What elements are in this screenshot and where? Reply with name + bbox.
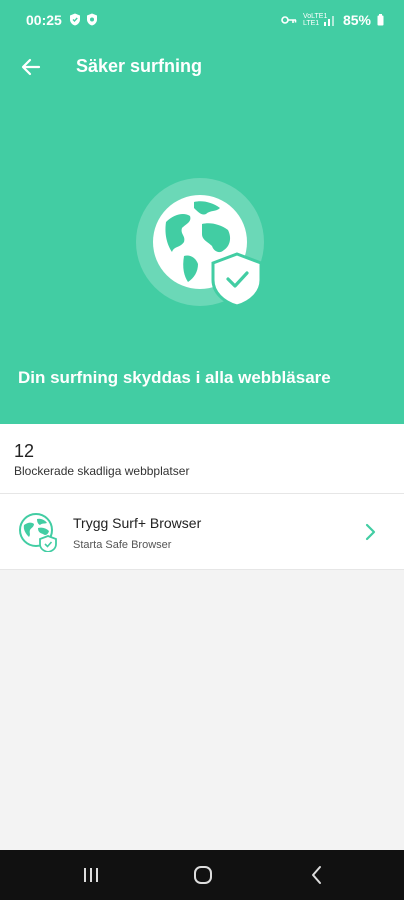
arrow-left-icon <box>21 58 41 76</box>
key-icon <box>281 16 297 24</box>
battery-percent: 85% <box>342 12 371 28</box>
back-button[interactable] <box>16 52 46 82</box>
back-icon[interactable] <box>305 864 329 886</box>
shield-status-icon-2 <box>87 13 97 26</box>
battery-icon <box>377 14 384 26</box>
blocked-count: 12 <box>14 441 35 461</box>
safe-browser-item[interactable]: Trygg Surf+ Browser Starta Safe Browser <box>0 494 404 570</box>
page-title: Säker surfning <box>76 56 203 76</box>
status-bar: 00:25 VoLTE1 LTE1 85% <box>0 0 404 40</box>
globe-shield-icon <box>19 513 57 552</box>
protection-message: Din surfning skyddas i alla webbläsare <box>18 368 331 387</box>
blocked-sites-stat: 12 Blockerade skadliga webbplatser <box>0 424 404 494</box>
browser-subtitle: Starta Safe Browser <box>73 539 172 551</box>
network-label: VoLTE1 LTE1 <box>302 13 328 27</box>
recent-apps-icon[interactable] <box>79 864 103 886</box>
home-icon[interactable] <box>191 864 215 886</box>
chevron-right-icon <box>365 523 376 541</box>
hero-banner: 00:25 VoLTE1 LTE1 85% Säker surfning Din… <box>0 0 404 424</box>
system-nav-bar <box>0 850 404 900</box>
shield-status-icon <box>70 13 80 26</box>
status-time: 00:25 <box>26 12 62 28</box>
signal-icon <box>323 16 334 26</box>
app-bar: Säker surfning <box>0 44 404 88</box>
blocked-label: Blockerade skadliga webbplatser <box>14 464 190 478</box>
globe-shield-icon <box>136 178 264 306</box>
browser-title: Trygg Surf+ Browser <box>73 515 202 531</box>
